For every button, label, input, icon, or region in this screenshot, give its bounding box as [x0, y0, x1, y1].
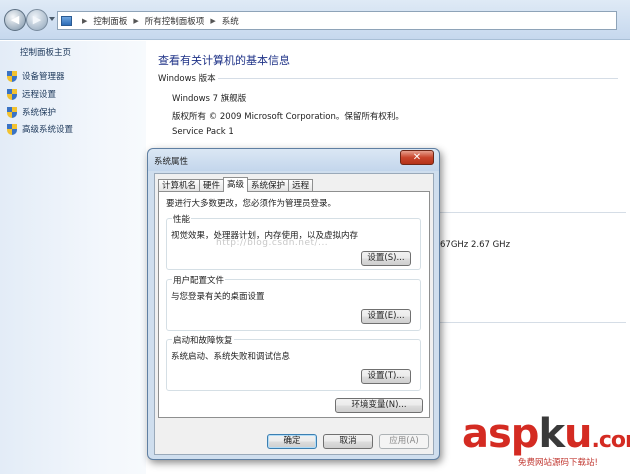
logo-subtitle: 免费网站源码下载站!: [518, 458, 598, 468]
service-pack: Service Pack 1: [172, 127, 234, 137]
tab-strip: 计算机名 硬件 高级 系统保护 远程: [158, 177, 314, 192]
windows-edition-section-label: Windows 版本: [158, 74, 216, 84]
breadcrumb-system[interactable]: 系统: [222, 15, 239, 27]
address-bar[interactable]: ▶ 控制面板 ▶ 所有控制面板项 ▶ 系统: [57, 11, 617, 30]
section-divider: [218, 78, 618, 79]
recent-pages-dropdown[interactable]: [49, 17, 55, 21]
sidebar-item-label: 高级系统设置: [22, 125, 74, 135]
close-button[interactable]: ✕: [400, 150, 434, 165]
shield-icon: [7, 70, 17, 82]
arrow-left-icon: ◀: [10, 13, 20, 26]
sidebar: 控制面板主页 设备管理器 远程设置 系统保护 高级系统设置: [0, 41, 146, 474]
dialog-body: 计算机名 硬件 高级 系统保护 远程 要进行大多数更改，您必须作为管理员登录。 …: [154, 173, 434, 455]
shield-icon: [7, 106, 17, 118]
dialog-title: 系统属性: [154, 157, 189, 167]
dialog-titlebar[interactable]: 系统属性 ✕: [148, 149, 439, 171]
aspku-logo: aspku.com 免费网站源码下载站!: [462, 412, 630, 472]
sidebar-item-label: 远程设置: [22, 90, 57, 100]
back-button[interactable]: ◀: [4, 9, 26, 31]
cancel-button[interactable]: 取消: [323, 434, 373, 449]
section-divider: [440, 212, 626, 213]
tab-advanced[interactable]: 高级: [223, 177, 249, 192]
windows-edition: Windows 7 旗舰版: [172, 94, 247, 104]
user-profiles-settings-button[interactable]: 设置(E)...: [361, 309, 411, 324]
group-label: 启动和故障恢复: [172, 334, 234, 346]
shield-icon: [7, 123, 17, 135]
copyright-text: 版权所有 © 2009 Microsoft Corporation。保留所有权利…: [172, 112, 404, 122]
group-label: 性能: [172, 213, 192, 225]
advanced-tab-panel: 要进行大多数更改，您必须作为管理员登录。 性能 视觉效果，处理器计划，内存使用，…: [158, 191, 430, 418]
chevron-right-icon[interactable]: ▶: [82, 17, 87, 25]
group-label: 用户配置文件: [172, 274, 226, 286]
apply-button[interactable]: 应用(A): [379, 434, 429, 449]
sidebar-home-link[interactable]: 控制面板主页: [20, 46, 71, 58]
chevron-right-icon[interactable]: ▶: [210, 17, 215, 25]
watermark-text: http://blog.csdn.net/...: [216, 238, 329, 248]
user-profiles-group: 用户配置文件 与您登录有关的桌面设置 设置(E)...: [166, 274, 421, 331]
explorer-address-bar-area: ◀ ▶ ▶ 控制面板 ▶ 所有控制面板项 ▶ 系统: [0, 0, 630, 40]
chevron-right-icon[interactable]: ▶: [133, 17, 138, 25]
breadcrumb-all-items[interactable]: 所有控制面板项: [145, 15, 205, 27]
sidebar-item-device-manager[interactable]: 设备管理器: [7, 70, 65, 82]
page-title: 查看有关计算机的基本信息: [158, 54, 290, 67]
startup-recovery-group: 启动和故障恢复 系统启动、系统失败和调试信息 设置(T)...: [166, 334, 421, 391]
close-icon: ✕: [412, 152, 422, 163]
environment-variables-button[interactable]: 环境变量(N)...: [335, 398, 423, 413]
breadcrumb-control-panel[interactable]: 控制面板: [93, 15, 127, 27]
sidebar-item-remote-settings[interactable]: 远程设置: [7, 88, 56, 100]
control-panel-icon: [61, 15, 72, 26]
section-divider: [440, 322, 626, 323]
sidebar-item-advanced-settings[interactable]: 高级系统设置: [7, 123, 73, 135]
group-description: 系统启动、系统失败和调试信息: [171, 352, 291, 362]
ok-button[interactable]: 确定: [267, 434, 317, 449]
processor-speed-text: 67GHz 2.67 GHz: [440, 240, 511, 250]
forward-button[interactable]: ▶: [26, 9, 48, 31]
sidebar-item-system-protection[interactable]: 系统保护: [7, 106, 56, 118]
group-description: 与您登录有关的桌面设置: [171, 292, 265, 302]
performance-settings-button[interactable]: 设置(S)...: [361, 251, 411, 266]
sidebar-item-label: 系统保护: [22, 108, 57, 118]
startup-recovery-settings-button[interactable]: 设置(T)...: [361, 369, 411, 384]
system-properties-dialog: 系统属性 ✕ 计算机名 硬件 高级 系统保护 远程 要进行大多数更改，您必须作为…: [147, 148, 440, 460]
sidebar-item-label: 设备管理器: [22, 72, 65, 82]
shield-icon: [7, 88, 17, 100]
admin-note: 要进行大多数更改，您必须作为管理员登录。: [166, 199, 337, 209]
arrow-right-icon: ▶: [32, 13, 42, 26]
